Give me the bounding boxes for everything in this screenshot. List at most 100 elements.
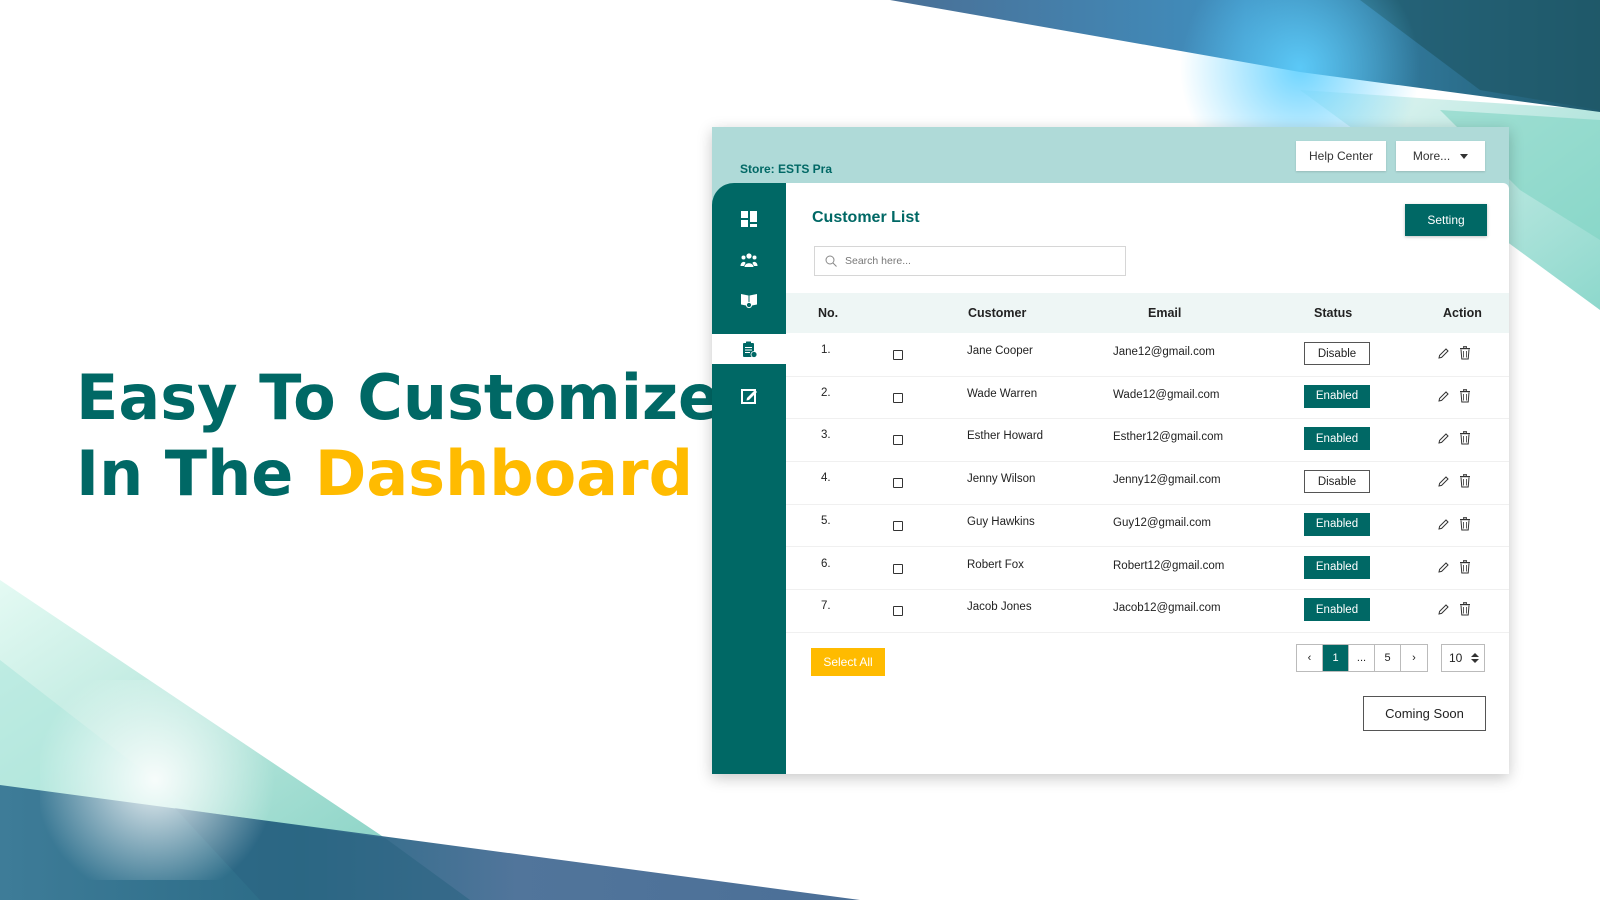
table-row: 2. Wade Warren Wade12@gmail.com Enabled bbox=[786, 376, 1509, 420]
pencil-icon[interactable] bbox=[1437, 518, 1450, 531]
main-panel: Customer List Setting No. Customer Email… bbox=[786, 183, 1509, 774]
sidebar-item-orders[interactable] bbox=[712, 334, 786, 364]
hero-line-2: In The Dashboard bbox=[76, 436, 720, 512]
row-checkbox[interactable] bbox=[893, 478, 903, 489]
dashboard-window: Store: ESTS Pra Help Center More... Cust… bbox=[712, 127, 1509, 774]
row-checkbox[interactable] bbox=[893, 520, 903, 531]
more-dropdown-button[interactable]: More... bbox=[1396, 141, 1485, 171]
row-number: 3. bbox=[821, 429, 831, 442]
coming-soon-button[interactable]: Coming Soon bbox=[1363, 696, 1486, 731]
sidebar-item-edit[interactable] bbox=[712, 381, 786, 411]
customer-name: Jacob Jones bbox=[967, 601, 1032, 614]
status-badge[interactable]: Enabled bbox=[1304, 555, 1370, 579]
customer-email: Guy12@gmail.com bbox=[1113, 516, 1211, 529]
page-button-1[interactable]: 1 bbox=[1323, 645, 1349, 671]
pencil-icon[interactable] bbox=[1437, 603, 1450, 616]
page-size-value: 10 bbox=[1449, 651, 1463, 665]
select-all-button[interactable]: Select All bbox=[811, 648, 885, 676]
customer-email: Esther12@gmail.com bbox=[1113, 431, 1224, 444]
book-icon bbox=[741, 294, 757, 309]
table-row: 3. Esther Howard Esther12@gmail.com Enabled bbox=[786, 418, 1509, 462]
prev-page-button[interactable]: ‹ bbox=[1297, 645, 1323, 671]
trash-icon[interactable] bbox=[1459, 516, 1471, 531]
hero-heading: Easy To Customize In The Dashboard bbox=[76, 360, 720, 512]
search-icon bbox=[825, 255, 837, 267]
sidebar-item-customers[interactable] bbox=[712, 245, 786, 275]
row-checkbox[interactable] bbox=[893, 435, 903, 446]
customer-email: Jacob12@gmail.com bbox=[1113, 602, 1221, 615]
row-number: 7. bbox=[821, 600, 831, 613]
next-page-button[interactable]: › bbox=[1401, 645, 1427, 671]
setting-button[interactable]: Setting bbox=[1405, 204, 1487, 236]
trash-icon[interactable] bbox=[1459, 431, 1471, 445]
customer-name: Wade Warren bbox=[967, 387, 1038, 400]
table-row: 6. Robert Fox Robert12@gmail.com Enabled bbox=[786, 547, 1509, 590]
table-row: 7. Jacob Jones Jacob12@gmail.com Enabled bbox=[786, 589, 1509, 633]
page-title: Customer List bbox=[812, 209, 920, 226]
trash-icon[interactable] bbox=[1459, 559, 1471, 574]
row-checkbox[interactable] bbox=[893, 392, 903, 403]
row-checkbox[interactable] bbox=[893, 563, 903, 574]
column-header-action: Action bbox=[1443, 306, 1482, 320]
column-header-no: No. bbox=[818, 306, 839, 320]
hero-line-2-prefix: In The bbox=[76, 437, 315, 510]
status-badge[interactable]: Disable bbox=[1304, 342, 1370, 365]
pencil-icon[interactable] bbox=[1437, 561, 1450, 574]
row-checkbox[interactable] bbox=[893, 606, 903, 617]
hero-line-1: Easy To Customize bbox=[76, 361, 721, 434]
row-number: 1. bbox=[821, 344, 831, 356]
customer-email: Wade12@gmail.com bbox=[1113, 388, 1220, 401]
pencil-icon[interactable] bbox=[1437, 390, 1450, 403]
customer-email: Jenny12@gmail.com bbox=[1113, 474, 1221, 487]
column-header-customer: Customer bbox=[968, 306, 1027, 320]
page-button-5[interactable]: 5 bbox=[1375, 645, 1401, 671]
table-row: 5. Guy Hawkins Guy12@gmail.com Enabled bbox=[786, 504, 1509, 548]
page-size-select[interactable]: 10 bbox=[1441, 644, 1485, 672]
trash-icon[interactable] bbox=[1459, 346, 1471, 360]
row-number: 6. bbox=[821, 557, 831, 570]
table-row: 1. Jane Cooper Jane12@gmail.com Disable bbox=[786, 333, 1509, 377]
customer-name: Jane Cooper bbox=[967, 345, 1033, 357]
row-number: 4. bbox=[821, 472, 831, 485]
page-ellipsis: ... bbox=[1349, 645, 1375, 671]
spinner-icon bbox=[1471, 653, 1480, 663]
trash-icon[interactable] bbox=[1459, 602, 1471, 616]
trash-icon[interactable] bbox=[1459, 474, 1471, 488]
store-label: Store: ESTS Pra bbox=[740, 162, 833, 176]
pencil-icon[interactable] bbox=[1437, 432, 1450, 445]
more-label: More... bbox=[1412, 149, 1451, 163]
status-badge[interactable]: Enabled bbox=[1304, 512, 1370, 536]
pencil-icon[interactable] bbox=[1437, 347, 1450, 360]
status-badge[interactable]: Disable bbox=[1304, 470, 1370, 494]
column-header-status: Status bbox=[1314, 306, 1353, 320]
sidebar-item-dashboard[interactable] bbox=[712, 204, 786, 234]
pencil-icon[interactable] bbox=[1437, 475, 1450, 488]
dashboard-icon bbox=[741, 211, 757, 227]
search-box[interactable] bbox=[814, 246, 1126, 276]
clipboard-list-icon bbox=[743, 341, 758, 358]
search-input[interactable] bbox=[845, 255, 1105, 267]
help-center-button[interactable]: Help Center bbox=[1296, 141, 1386, 171]
status-badge[interactable]: Enabled bbox=[1304, 384, 1370, 408]
sidebar bbox=[712, 183, 786, 774]
table-row: 4. Jenny Wilson Jenny12@gmail.com Disable bbox=[786, 461, 1509, 505]
trash-icon[interactable] bbox=[1459, 388, 1471, 403]
users-icon bbox=[740, 253, 758, 267]
caret-down-icon bbox=[1460, 153, 1469, 159]
customer-name: Robert Fox bbox=[967, 558, 1024, 571]
hero-accent-word: Dashboard bbox=[314, 437, 693, 510]
customer-name: Guy Hawkins bbox=[967, 515, 1035, 528]
pagination: ‹ 1 ... 5 › bbox=[1296, 644, 1428, 672]
top-bar: Store: ESTS Pra Help Center More... bbox=[712, 127, 1509, 183]
row-number: 5. bbox=[821, 514, 831, 527]
sidebar-item-catalog[interactable] bbox=[712, 285, 786, 315]
column-header-email: Email bbox=[1148, 306, 1182, 320]
row-checkbox[interactable] bbox=[893, 350, 903, 360]
status-badge[interactable]: Enabled bbox=[1304, 427, 1370, 451]
edit-square-icon bbox=[741, 389, 757, 404]
status-badge[interactable]: Enabled bbox=[1304, 598, 1370, 622]
customer-name: Jenny Wilson bbox=[967, 473, 1036, 486]
customer-email: Jane12@gmail.com bbox=[1113, 346, 1215, 358]
table-header: No. Customer Email Status Action bbox=[786, 293, 1509, 333]
customer-email: Robert12@gmail.com bbox=[1113, 559, 1225, 572]
